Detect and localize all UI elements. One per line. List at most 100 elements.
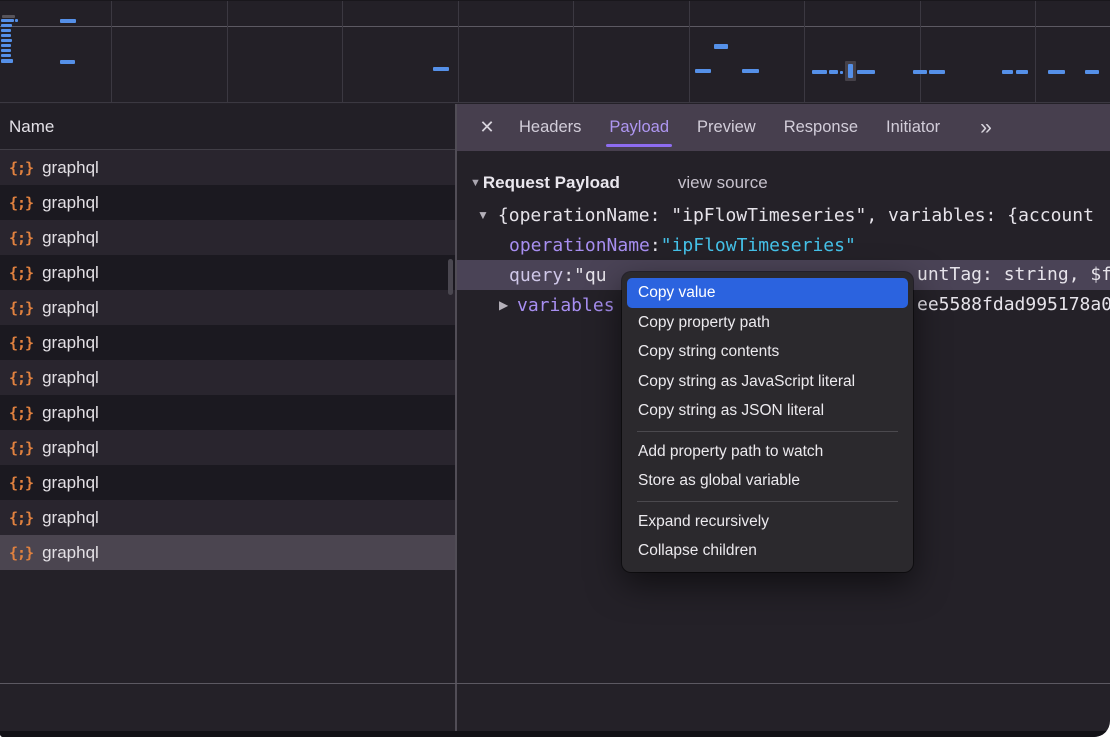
footer-separator [0, 683, 1110, 684]
request-row[interactable]: {;} graphql [0, 535, 455, 570]
overview-gridline-horizontal [0, 26, 1110, 27]
request-row[interactable]: {;} graphql [0, 255, 455, 290]
overview-gridline-vertical [111, 1, 112, 102]
waterfall-bar [913, 70, 927, 74]
waterfall-bar [742, 69, 759, 73]
waterfall-bar [1, 34, 11, 37]
request-row[interactable]: {;} graphql [0, 185, 455, 220]
menu-separator [637, 431, 898, 432]
waterfall-bar [857, 70, 875, 74]
overview-gridline-vertical [342, 1, 343, 102]
request-name: graphql [42, 508, 99, 528]
waterfall-bar [714, 44, 728, 49]
json-request-icon: {;} [9, 509, 33, 527]
waterfall-bar [812, 70, 827, 74]
waterfall-bar [1, 59, 13, 63]
tab-preview[interactable]: Preview [683, 104, 770, 151]
waterfall-bar [1048, 70, 1065, 74]
devtools-network-panel: Name {;} graphql {;} graphql {;} graphql… [0, 0, 1110, 737]
waterfall-bar [848, 64, 853, 78]
payload-root-row[interactable]: ▼ {operationName: "ipFlowTimeseries", va… [457, 200, 1110, 230]
request-name: graphql [42, 368, 99, 388]
tab-headers[interactable]: Headers [505, 104, 595, 151]
value-right-fragment: untTag: string, $f [917, 260, 1110, 290]
waterfall-bar [1002, 70, 1013, 74]
json-request-icon: {;} [9, 229, 33, 247]
waterfall-bar [1, 44, 11, 47]
json-request-icon: {;} [9, 404, 33, 422]
waterfall-bar [695, 69, 711, 73]
scrollbar-thumb[interactable] [448, 259, 453, 295]
name-column-header[interactable]: Name [0, 104, 455, 150]
expand-icon[interactable]: ▼ [477, 208, 489, 222]
request-name: graphql [42, 543, 99, 563]
view-source-link[interactable]: view source [678, 173, 768, 193]
waterfall-bar [1, 39, 12, 42]
waterfall-bar [433, 67, 449, 71]
waterfall-bar [840, 71, 843, 74]
overview-gridline-vertical [804, 1, 805, 102]
waterfall-bar [1, 19, 14, 22]
waterfall-bar [2, 15, 15, 18]
context-menu: Copy valueCopy property pathCopy string … [622, 272, 913, 572]
menu-item-copy-string-contents[interactable]: Copy string contents [627, 337, 908, 367]
request-row[interactable]: {;} graphql [0, 360, 455, 395]
network-overview-waterfall[interactable] [0, 0, 1110, 103]
overview-gridline-vertical [458, 1, 459, 102]
json-request-icon: {;} [9, 544, 33, 562]
request-row[interactable]: {;} graphql [0, 290, 455, 325]
menu-item-copy-string-as-json-literal[interactable]: Copy string as JSON literal [627, 396, 908, 426]
request-row[interactable]: {;} graphql [0, 430, 455, 465]
request-name: graphql [42, 473, 99, 493]
request-list-panel: Name {;} graphql {;} graphql {;} graphql… [0, 104, 455, 737]
overview-gridline-vertical [227, 1, 228, 102]
tab-payload[interactable]: Payload [595, 104, 683, 151]
waterfall-bar [1, 29, 11, 32]
menu-item-store-as-global-variable[interactable]: Store as global variable [627, 466, 908, 496]
request-name: graphql [42, 263, 99, 283]
panel-bottom-edge [0, 731, 1110, 737]
property-key: query [509, 265, 563, 286]
menu-item-expand-recursively[interactable]: Expand recursively [627, 507, 908, 537]
overview-gridline-vertical [1035, 1, 1036, 102]
request-row[interactable]: {;} graphql [0, 220, 455, 255]
waterfall-bar [1, 49, 11, 52]
menu-item-copy-string-as-javascript-literal[interactable]: Copy string as JavaScript literal [627, 367, 908, 397]
waterfall-bar [15, 19, 18, 22]
property-key: operationName [509, 235, 650, 256]
request-row[interactable]: {;} graphql [0, 500, 455, 535]
request-row[interactable]: {;} graphql [0, 465, 455, 500]
key-separator: : [563, 265, 574, 286]
operation-name-row[interactable]: operationName: "ipFlowTimeseries" [457, 230, 1110, 260]
section-collapse-icon[interactable]: ▼ [470, 177, 481, 189]
waterfall-bar [1085, 70, 1099, 74]
tab-response[interactable]: Response [770, 104, 872, 151]
tab-initiator[interactable]: Initiator [872, 104, 954, 151]
request-name: graphql [42, 438, 99, 458]
request-row[interactable]: {;} graphql [0, 325, 455, 360]
menu-item-add-property-path-to-watch[interactable]: Add property path to watch [627, 437, 908, 467]
menu-item-collapse-children[interactable]: Collapse children [627, 536, 908, 566]
request-name: graphql [42, 193, 99, 213]
json-request-icon: {;} [9, 369, 33, 387]
expand-icon[interactable]: ▶ [499, 298, 513, 312]
property-value: "ipFlowTimeseries" [661, 235, 856, 256]
json-request-icon: {;} [9, 299, 33, 317]
request-row[interactable]: {;} graphql [0, 395, 455, 430]
request-name: graphql [42, 333, 99, 353]
payload-object-preview: {operationName: "ipFlowTimeseries", vari… [498, 205, 1094, 226]
menu-item-copy-property-path[interactable]: Copy property path [627, 308, 908, 338]
waterfall-bar [1, 24, 12, 27]
json-request-icon: {;} [9, 439, 33, 457]
request-payload-section-header: ▼ Request Payload view source [457, 166, 1110, 200]
value-right-fragment: ee5588fdad995178a0 [917, 290, 1110, 320]
json-request-icon: {;} [9, 159, 33, 177]
more-tabs-icon[interactable]: » [968, 104, 1002, 151]
waterfall-bar [829, 70, 838, 74]
menu-item-copy-value[interactable]: Copy value [627, 278, 908, 308]
request-row[interactable]: {;} graphql [0, 150, 455, 185]
close-icon[interactable]: ✕ [469, 104, 505, 151]
value-left-fragment: "qu [574, 265, 607, 286]
request-name: graphql [42, 298, 99, 318]
overview-gridline-vertical [689, 1, 690, 102]
